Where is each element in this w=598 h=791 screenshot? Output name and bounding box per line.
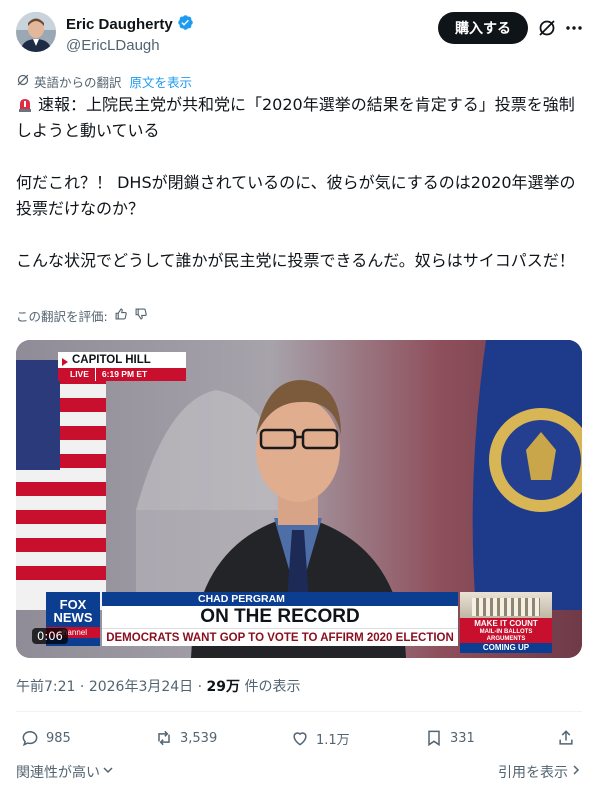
reply-icon <box>22 730 38 747</box>
buy-button[interactable]: 購入する <box>438 12 528 44</box>
sort-label: 関連性が高い <box>16 765 100 781</box>
reply-count: 985 <box>46 730 71 746</box>
view-quotes-link[interactable]: 引用を表示 <box>498 762 582 782</box>
coming-up-label: COMING UP <box>460 643 552 653</box>
view-count: 29万 <box>206 679 241 695</box>
translation-label: 英語からの翻訳 <box>34 75 122 90</box>
divider <box>16 711 582 712</box>
view-quotes-label: 引用を表示 <box>498 765 568 781</box>
verified-badge-icon <box>177 14 194 35</box>
video-duration: 0:06 <box>32 628 68 644</box>
thumbs-up-icon[interactable] <box>114 307 128 324</box>
siren-emoji-icon <box>16 95 34 113</box>
more-icon[interactable] <box>564 18 584 38</box>
bookmark-count: 331 <box>450 730 475 746</box>
chevron-right-icon <box>570 764 582 780</box>
tweet-text: 速報：上院民主党が共和党に「2020年選挙の結果を肯定する」投票を強制しようと動… <box>16 92 582 274</box>
tweet-line-1: 速報：上院民主党が共和党に「2020年選挙の結果を肯定する」投票を強制しようと動… <box>16 95 575 140</box>
headline: ON THE RECORD <box>102 606 458 628</box>
sort-dropdown[interactable]: 関連性が高い <box>16 762 114 782</box>
reply-button[interactable]: 985 <box>20 724 71 752</box>
live-label: LIVE <box>58 368 95 381</box>
thumbs-down-icon[interactable] <box>134 307 148 324</box>
views-label: 件の表示 <box>244 679 301 695</box>
share-icon <box>559 730 573 745</box>
coming-up-subtitle: MAIL-IN BALLOTS ARGUMENTS <box>460 629 552 643</box>
tweet-line-3: こんな状況でどうして誰かが民主党に投票できるんだ。奴らはサイコパスだ！ <box>16 251 575 270</box>
chevron-down-icon <box>102 764 114 780</box>
repost-button[interactable]: 3,539 <box>154 724 217 752</box>
tweet-meta: 午前7:21 · 2026年3月24日 · 29万 件の表示 <box>16 679 301 695</box>
tweet-header: Eric Daugherty @EricLDaugh 購入する <box>16 12 582 56</box>
like-count: 1.1万 <box>316 732 350 748</box>
avatar[interactable] <box>16 12 56 52</box>
repost-count: 3,539 <box>180 730 218 746</box>
like-button[interactable]: 1.1万 <box>290 724 350 752</box>
translate-icon <box>16 73 30 90</box>
network-name: FOX NEWS <box>53 597 93 625</box>
subheadline: DEMOCRATS WANT GOP TO VOTE TO AFFIRM 202… <box>102 628 458 646</box>
capitol-thumbnail <box>460 592 552 618</box>
coming-up-panel: MAKE IT COUNT MAIL-IN BALLOTS ARGUMENTS … <box>460 592 552 653</box>
live-time: 6:19 PM ET <box>94 368 186 381</box>
bookmark-icon <box>428 730 440 747</box>
rate-label: この翻訳を評価: <box>16 309 108 324</box>
author-block[interactable]: Eric Daugherty @EricLDaugh <box>66 14 194 54</box>
tweet-date[interactable]: 2026年3月24日 <box>89 679 193 695</box>
grok-icon[interactable] <box>537 18 557 38</box>
coming-up-title: MAKE IT COUNT <box>460 618 552 629</box>
tweet-time[interactable]: 午前7:21 <box>16 679 75 695</box>
translation-row: 英語からの翻訳 原文を表示 <box>16 72 192 91</box>
tweet-line-2: 何だこれ？！ DHSが閉鎖されているのに、彼らが気にするのは2020年選挙の投票… <box>16 173 576 218</box>
bookmark-button[interactable]: 331 <box>424 724 475 752</box>
location-label: CAPITOL HILL <box>58 352 186 368</box>
repost-icon <box>158 730 170 746</box>
show-original-link[interactable]: 原文を表示 <box>130 72 193 91</box>
author-name[interactable]: Eric Daugherty <box>66 16 173 33</box>
location-tag: CAPITOL HILL LIVE 6:19 PM ET <box>58 352 186 381</box>
action-bar: 985 3,539 1.1万 331 <box>16 724 582 752</box>
share-button[interactable] <box>556 724 576 752</box>
author-handle[interactable]: @EricLDaugh <box>66 37 194 54</box>
heart-icon <box>293 732 307 746</box>
news-lower-third: FOX NEWS channel CHAD PERGRAM ON THE REC… <box>46 592 552 653</box>
speaker-name: CHAD PERGRAM <box>102 592 458 606</box>
video-player[interactable]: CAPITOL HILL LIVE 6:19 PM ET FOX NEWS ch… <box>16 340 582 658</box>
rate-translation-row: この翻訳を評価: <box>16 306 148 325</box>
